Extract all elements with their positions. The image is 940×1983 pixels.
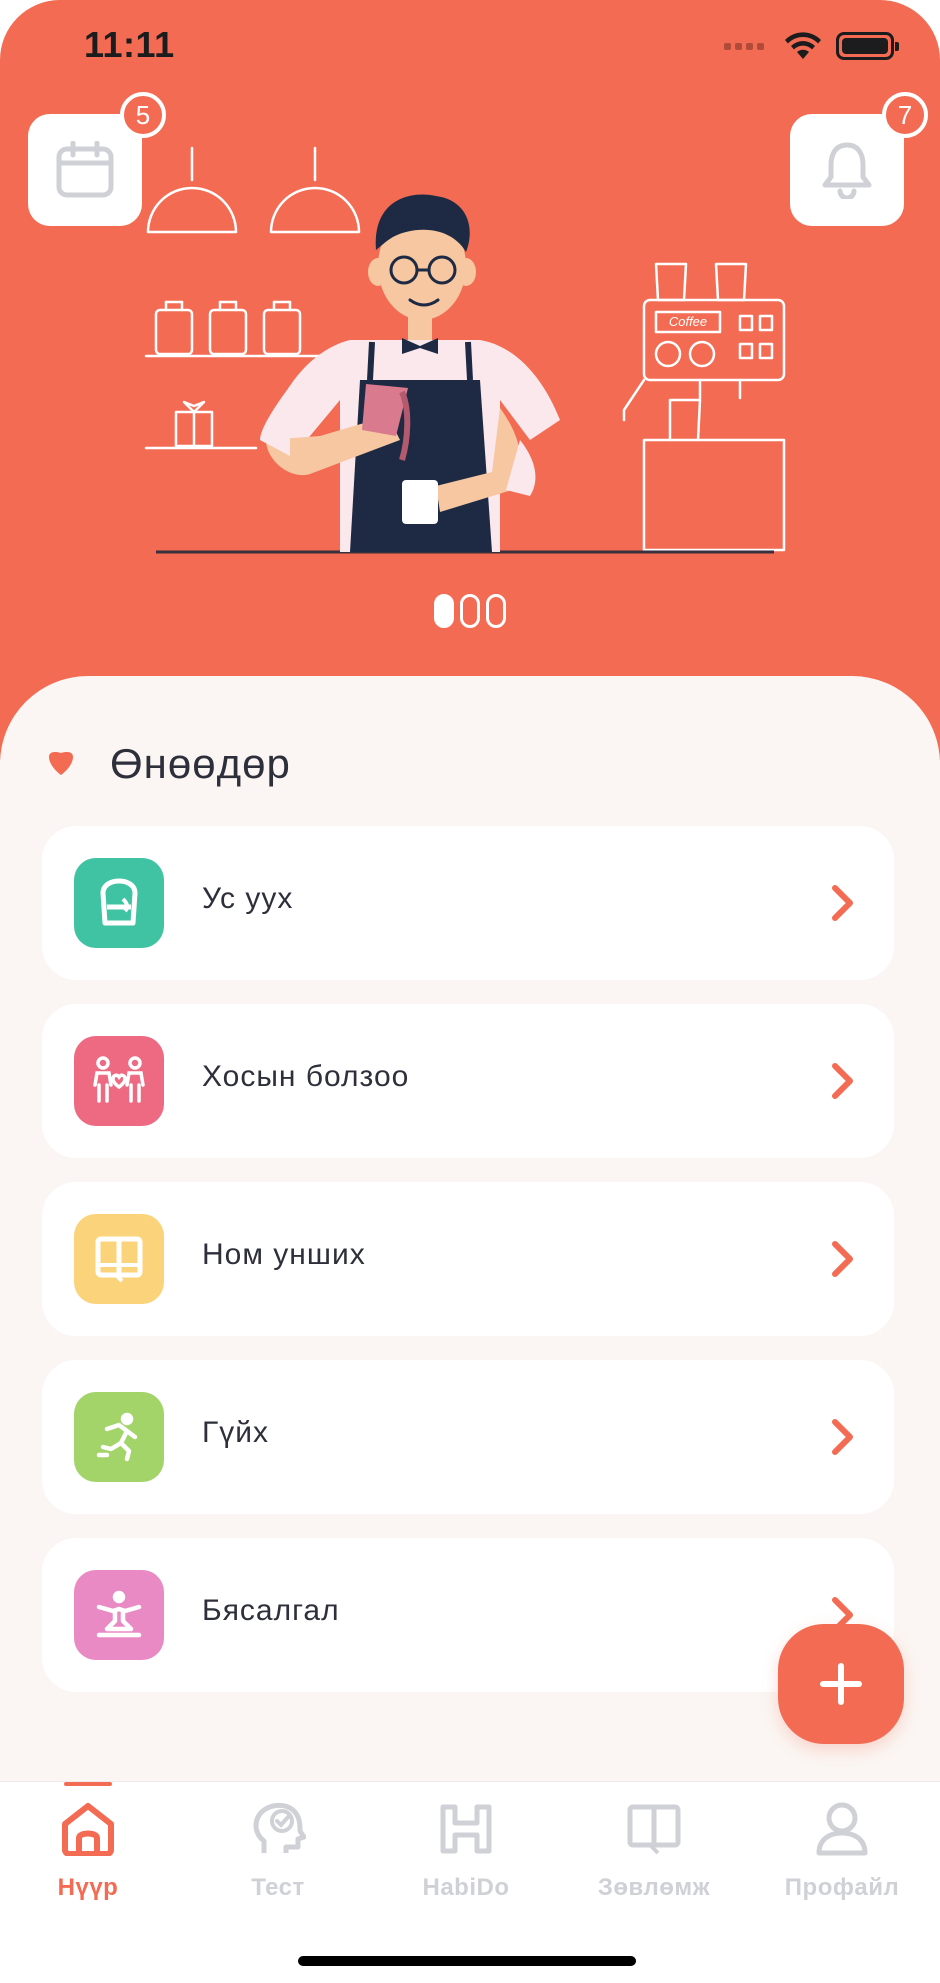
header-banner: 11:11 5 7 Coffee	[0, 0, 940, 760]
habit-item-meditation[interactable]: Бясалгал	[42, 1538, 894, 1692]
water-glass-icon	[100, 878, 138, 926]
plus-icon	[820, 1663, 862, 1705]
heart-icon	[49, 752, 73, 775]
habit-item-running[interactable]: Гүйх	[42, 1360, 894, 1514]
tab-test[interactable]: Тест	[184, 1798, 372, 1908]
habido-logo-icon	[440, 1804, 492, 1854]
section-title: Өнөөдөр	[110, 740, 291, 787]
tab-label: Тест	[251, 1874, 305, 1901]
advice-book-icon	[627, 1804, 681, 1855]
carousel-dot[interactable]	[434, 594, 454, 628]
tab-advice[interactable]: Зөвлөмж	[560, 1798, 748, 1908]
status-icons	[724, 26, 899, 66]
tab-bar: Нүүр Тест HabiDo Зөвлөмж Профайл	[0, 1781, 940, 1983]
book-icon	[95, 1236, 143, 1283]
habit-label: Ус уух	[202, 882, 294, 915]
running-icon	[96, 1412, 138, 1462]
tab-label: Профайл	[784, 1874, 900, 1901]
tab-label: Зөвлөмж	[597, 1874, 711, 1901]
chevron-right-icon	[832, 1419, 853, 1455]
tab-habido[interactable]: HabiDo	[372, 1798, 560, 1908]
calendar-badge: 5	[120, 92, 166, 138]
habit-icon-bg	[74, 1570, 164, 1660]
battery-icon	[836, 32, 899, 60]
habit-label: Хосын болзоо	[202, 1060, 410, 1093]
tab-label: HabiDo	[422, 1874, 510, 1901]
wifi-icon	[785, 32, 821, 59]
content-sheet: Өнөөдөр Ус уух Хосын болзоо Ном унших Гү…	[0, 676, 940, 1781]
couple-date-icon	[93, 1056, 145, 1103]
chevron-right-icon	[832, 1241, 853, 1277]
chevron-right-icon	[832, 1063, 853, 1099]
home-indicator	[298, 1956, 636, 1966]
habit-item-water[interactable]: Ус уух	[42, 826, 894, 980]
phone-screen: 11:11 5 7 Coffee Өнөөдөр Ус уух Хосын бо…	[0, 0, 940, 1983]
habit-item-reading[interactable]: Ном унших	[42, 1182, 894, 1336]
habit-label: Бясалгал	[202, 1594, 340, 1627]
habit-icon-bg	[74, 1036, 164, 1126]
habit-label: Ном унших	[202, 1238, 366, 1271]
habit-item-couple-date[interactable]: Хосын болзоо	[42, 1004, 894, 1158]
carousel-dot[interactable]	[486, 594, 506, 628]
habit-icon-bg	[74, 858, 164, 948]
tab-home[interactable]: Нүүр	[0, 1798, 182, 1908]
tab-profile[interactable]: Профайл	[748, 1798, 936, 1908]
carousel-indicator	[0, 594, 940, 628]
habit-icon-bg	[74, 1214, 164, 1304]
tab-active-indicator	[64, 1782, 112, 1786]
notification-button[interactable]: 7	[790, 92, 928, 226]
barista-illustration: Coffee	[144, 146, 786, 554]
meditation-icon	[96, 1590, 142, 1638]
test-head-icon	[253, 1802, 306, 1853]
add-habit-button[interactable]	[778, 1624, 904, 1744]
carousel-dot[interactable]	[460, 594, 480, 628]
habit-icon-bg	[74, 1392, 164, 1482]
coffee-sign: Coffee	[669, 314, 707, 329]
habit-label: Гүйх	[202, 1416, 270, 1449]
calendar-button[interactable]: 5	[28, 92, 166, 226]
chevron-right-icon	[832, 885, 853, 921]
profile-icon	[816, 1802, 868, 1856]
notification-badge: 7	[882, 92, 928, 138]
signal-icon	[724, 42, 764, 50]
status-bar: 11:11	[0, 0, 940, 90]
tab-label: Нүүр	[57, 1874, 119, 1901]
home-icon	[62, 1803, 114, 1856]
calendar-icon	[56, 141, 114, 198]
status-time: 11:11	[84, 24, 175, 65]
bell-icon	[822, 142, 872, 199]
today-header: Өнөөдөр	[46, 740, 291, 788]
